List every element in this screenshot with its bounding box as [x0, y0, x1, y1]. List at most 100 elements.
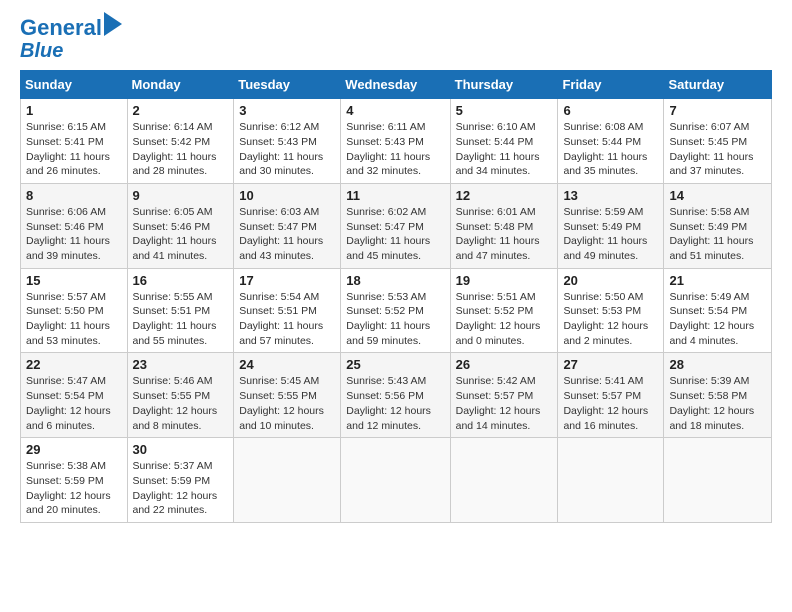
- day-detail: Sunrise: 5:51 AM Sunset: 5:52 PM Dayligh…: [456, 290, 553, 349]
- calendar-cell: 26 Sunrise: 5:42 AM Sunset: 5:57 PM Dayl…: [450, 353, 558, 438]
- weekday-header-friday: Friday: [558, 71, 664, 99]
- day-number: 30: [133, 442, 229, 457]
- weekday-header-thursday: Thursday: [450, 71, 558, 99]
- calendar-week-row: 1 Sunrise: 6:15 AM Sunset: 5:41 PM Dayli…: [21, 99, 772, 184]
- day-number: 29: [26, 442, 122, 457]
- calendar-cell: [664, 438, 772, 523]
- day-number: 10: [239, 188, 335, 203]
- day-detail: Sunrise: 5:49 AM Sunset: 5:54 PM Dayligh…: [669, 290, 766, 349]
- day-detail: Sunrise: 6:15 AM Sunset: 5:41 PM Dayligh…: [26, 120, 122, 179]
- day-number: 24: [239, 357, 335, 372]
- day-detail: Sunrise: 5:42 AM Sunset: 5:57 PM Dayligh…: [456, 374, 553, 433]
- day-detail: Sunrise: 5:37 AM Sunset: 5:59 PM Dayligh…: [133, 459, 229, 518]
- day-number: 27: [563, 357, 658, 372]
- day-number: 18: [346, 273, 444, 288]
- calendar-cell: 3 Sunrise: 6:12 AM Sunset: 5:43 PM Dayli…: [234, 99, 341, 184]
- day-detail: Sunrise: 5:58 AM Sunset: 5:49 PM Dayligh…: [669, 205, 766, 264]
- day-detail: Sunrise: 6:05 AM Sunset: 5:46 PM Dayligh…: [133, 205, 229, 264]
- day-detail: Sunrise: 5:57 AM Sunset: 5:50 PM Dayligh…: [26, 290, 122, 349]
- day-number: 26: [456, 357, 553, 372]
- day-detail: Sunrise: 5:45 AM Sunset: 5:55 PM Dayligh…: [239, 374, 335, 433]
- calendar-cell: 24 Sunrise: 5:45 AM Sunset: 5:55 PM Dayl…: [234, 353, 341, 438]
- calendar-cell: 14 Sunrise: 5:58 AM Sunset: 5:49 PM Dayl…: [664, 183, 772, 268]
- day-detail: Sunrise: 5:41 AM Sunset: 5:57 PM Dayligh…: [563, 374, 658, 433]
- weekday-header-monday: Monday: [127, 71, 234, 99]
- calendar-cell: 17 Sunrise: 5:54 AM Sunset: 5:51 PM Dayl…: [234, 268, 341, 353]
- day-detail: Sunrise: 5:47 AM Sunset: 5:54 PM Dayligh…: [26, 374, 122, 433]
- day-number: 3: [239, 103, 335, 118]
- day-detail: Sunrise: 5:39 AM Sunset: 5:58 PM Dayligh…: [669, 374, 766, 433]
- day-detail: Sunrise: 6:03 AM Sunset: 5:47 PM Dayligh…: [239, 205, 335, 264]
- calendar-cell: 19 Sunrise: 5:51 AM Sunset: 5:52 PM Dayl…: [450, 268, 558, 353]
- day-number: 13: [563, 188, 658, 203]
- day-number: 5: [456, 103, 553, 118]
- calendar-cell: [558, 438, 664, 523]
- calendar-cell: 8 Sunrise: 6:06 AM Sunset: 5:46 PM Dayli…: [21, 183, 128, 268]
- calendar-table: SundayMondayTuesdayWednesdayThursdayFrid…: [20, 70, 772, 523]
- weekday-header-row: SundayMondayTuesdayWednesdayThursdayFrid…: [21, 71, 772, 99]
- day-detail: Sunrise: 5:38 AM Sunset: 5:59 PM Dayligh…: [26, 459, 122, 518]
- calendar-cell: [341, 438, 450, 523]
- day-number: 7: [669, 103, 766, 118]
- day-detail: Sunrise: 6:08 AM Sunset: 5:44 PM Dayligh…: [563, 120, 658, 179]
- day-number: 17: [239, 273, 335, 288]
- calendar-week-row: 29 Sunrise: 5:38 AM Sunset: 5:59 PM Dayl…: [21, 438, 772, 523]
- calendar-cell: [450, 438, 558, 523]
- logo-arrow-icon: [104, 12, 122, 36]
- calendar-cell: 5 Sunrise: 6:10 AM Sunset: 5:44 PM Dayli…: [450, 99, 558, 184]
- day-number: 21: [669, 273, 766, 288]
- calendar-cell: 27 Sunrise: 5:41 AM Sunset: 5:57 PM Dayl…: [558, 353, 664, 438]
- day-number: 15: [26, 273, 122, 288]
- calendar-cell: 21 Sunrise: 5:49 AM Sunset: 5:54 PM Dayl…: [664, 268, 772, 353]
- logo-blue-text: Blue: [20, 40, 63, 62]
- calendar-cell: 1 Sunrise: 6:15 AM Sunset: 5:41 PM Dayli…: [21, 99, 128, 184]
- calendar-cell: 22 Sunrise: 5:47 AM Sunset: 5:54 PM Dayl…: [21, 353, 128, 438]
- calendar-week-row: 22 Sunrise: 5:47 AM Sunset: 5:54 PM Dayl…: [21, 353, 772, 438]
- day-number: 1: [26, 103, 122, 118]
- day-number: 9: [133, 188, 229, 203]
- day-number: 2: [133, 103, 229, 118]
- calendar-cell: 28 Sunrise: 5:39 AM Sunset: 5:58 PM Dayl…: [664, 353, 772, 438]
- day-number: 11: [346, 188, 444, 203]
- day-detail: Sunrise: 6:01 AM Sunset: 5:48 PM Dayligh…: [456, 205, 553, 264]
- calendar-cell: 7 Sunrise: 6:07 AM Sunset: 5:45 PM Dayli…: [664, 99, 772, 184]
- weekday-header-saturday: Saturday: [664, 71, 772, 99]
- day-detail: Sunrise: 5:46 AM Sunset: 5:55 PM Dayligh…: [133, 374, 229, 433]
- day-number: 16: [133, 273, 229, 288]
- day-number: 14: [669, 188, 766, 203]
- day-detail: Sunrise: 6:10 AM Sunset: 5:44 PM Dayligh…: [456, 120, 553, 179]
- calendar-cell: 16 Sunrise: 5:55 AM Sunset: 5:51 PM Dayl…: [127, 268, 234, 353]
- day-number: 22: [26, 357, 122, 372]
- day-number: 12: [456, 188, 553, 203]
- day-number: 28: [669, 357, 766, 372]
- day-detail: Sunrise: 5:55 AM Sunset: 5:51 PM Dayligh…: [133, 290, 229, 349]
- calendar-cell: 11 Sunrise: 6:02 AM Sunset: 5:47 PM Dayl…: [341, 183, 450, 268]
- calendar-week-row: 8 Sunrise: 6:06 AM Sunset: 5:46 PM Dayli…: [21, 183, 772, 268]
- day-detail: Sunrise: 6:11 AM Sunset: 5:43 PM Dayligh…: [346, 120, 444, 179]
- day-number: 25: [346, 357, 444, 372]
- calendar-cell: 2 Sunrise: 6:14 AM Sunset: 5:42 PM Dayli…: [127, 99, 234, 184]
- day-number: 4: [346, 103, 444, 118]
- day-number: 8: [26, 188, 122, 203]
- calendar-cell: 4 Sunrise: 6:11 AM Sunset: 5:43 PM Dayli…: [341, 99, 450, 184]
- calendar-week-row: 15 Sunrise: 5:57 AM Sunset: 5:50 PM Dayl…: [21, 268, 772, 353]
- calendar-cell: 20 Sunrise: 5:50 AM Sunset: 5:53 PM Dayl…: [558, 268, 664, 353]
- day-number: 20: [563, 273, 658, 288]
- calendar-cell: 30 Sunrise: 5:37 AM Sunset: 5:59 PM Dayl…: [127, 438, 234, 523]
- day-detail: Sunrise: 6:06 AM Sunset: 5:46 PM Dayligh…: [26, 205, 122, 264]
- day-number: 23: [133, 357, 229, 372]
- logo: General Blue: [20, 16, 122, 62]
- day-number: 6: [563, 103, 658, 118]
- day-detail: Sunrise: 5:54 AM Sunset: 5:51 PM Dayligh…: [239, 290, 335, 349]
- calendar-cell: 12 Sunrise: 6:01 AM Sunset: 5:48 PM Dayl…: [450, 183, 558, 268]
- day-detail: Sunrise: 6:12 AM Sunset: 5:43 PM Dayligh…: [239, 120, 335, 179]
- day-detail: Sunrise: 6:07 AM Sunset: 5:45 PM Dayligh…: [669, 120, 766, 179]
- calendar-cell: 6 Sunrise: 6:08 AM Sunset: 5:44 PM Dayli…: [558, 99, 664, 184]
- calendar-cell: 23 Sunrise: 5:46 AM Sunset: 5:55 PM Dayl…: [127, 353, 234, 438]
- logo-text: General: [20, 16, 102, 40]
- calendar-cell: 13 Sunrise: 5:59 AM Sunset: 5:49 PM Dayl…: [558, 183, 664, 268]
- weekday-header-wednesday: Wednesday: [341, 71, 450, 99]
- weekday-header-sunday: Sunday: [21, 71, 128, 99]
- day-detail: Sunrise: 6:14 AM Sunset: 5:42 PM Dayligh…: [133, 120, 229, 179]
- calendar-cell: 29 Sunrise: 5:38 AM Sunset: 5:59 PM Dayl…: [21, 438, 128, 523]
